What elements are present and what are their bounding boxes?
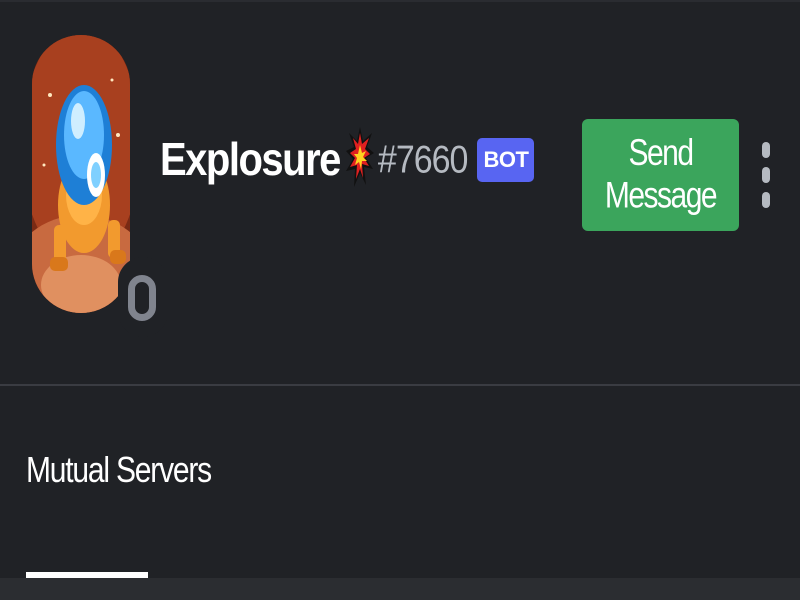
- status-indicator: [118, 257, 168, 337]
- more-dot: [762, 167, 770, 183]
- tab-content-area: [0, 578, 800, 600]
- more-dot: [762, 142, 770, 158]
- name-row: Explosure #7660 BOT: [160, 126, 535, 190]
- more-vertical-icon[interactable]: [754, 142, 778, 208]
- username: Explosure: [160, 134, 341, 185]
- avatar-container[interactable]: [32, 35, 168, 337]
- bot-badge: BOT: [477, 138, 535, 182]
- more-dot: [762, 192, 770, 208]
- header-divider: [0, 384, 800, 386]
- offline-status-icon: [128, 275, 156, 321]
- explosion-icon: [345, 126, 374, 194]
- tab-mutual-servers[interactable]: Mutual Servers: [26, 451, 212, 491]
- send-message-label: Send Message: [604, 132, 718, 217]
- send-message-button[interactable]: Send Message: [582, 119, 739, 231]
- avatar[interactable]: [32, 35, 130, 313]
- discriminator: #7660: [377, 137, 469, 182]
- robot-avatar-image: [32, 35, 130, 313]
- user-profile-panel: Explosure #7660 BOT Send Message Mutual …: [0, 0, 800, 600]
- tab-label: Mutual Servers: [26, 450, 212, 491]
